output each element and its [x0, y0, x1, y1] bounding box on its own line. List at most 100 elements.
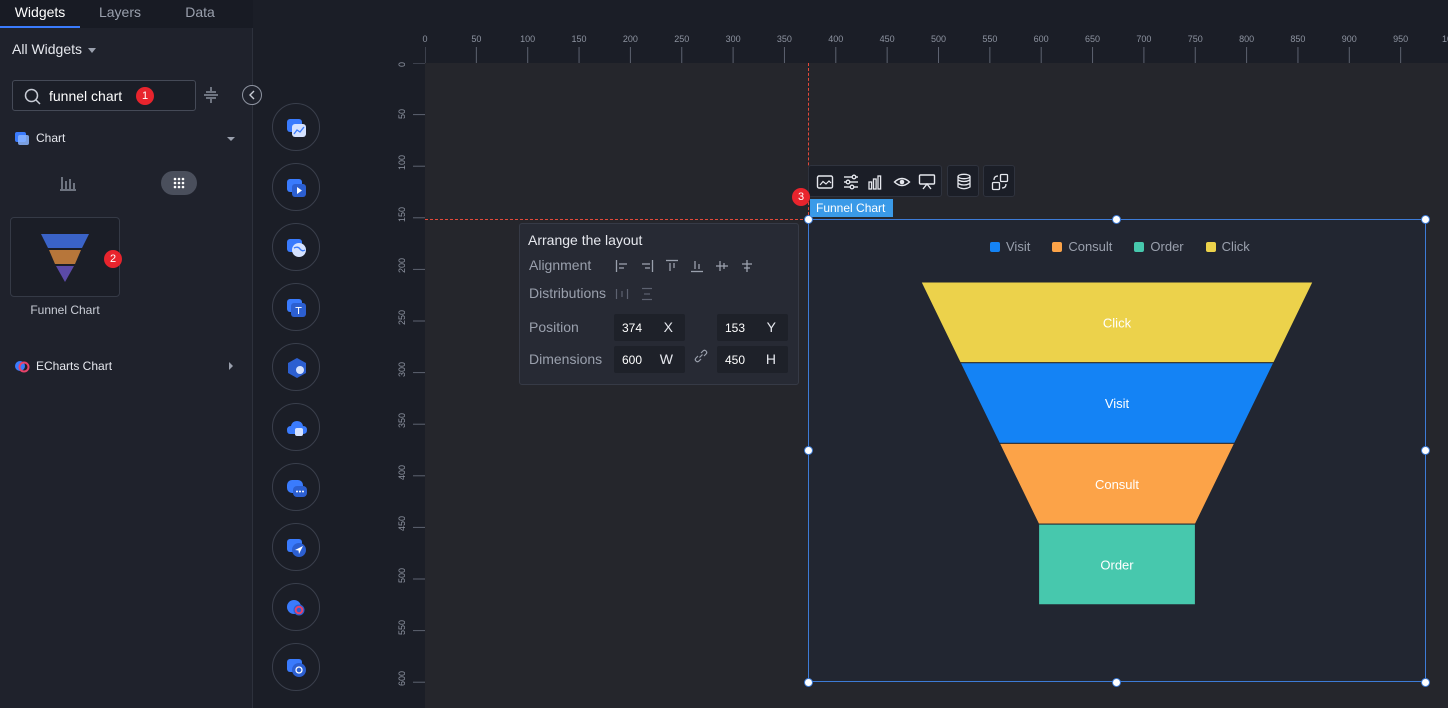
- all-widgets-label: All Widgets: [12, 41, 83, 57]
- layout-popup-title: Arrange the layout: [528, 232, 643, 248]
- alignment-label: Alignment: [529, 257, 592, 273]
- ruler-h-label: 850: [1290, 34, 1306, 44]
- chart-category-icon: [15, 132, 29, 145]
- step-badge-1: 1: [136, 87, 154, 105]
- media-icon: [287, 179, 306, 197]
- category-chart[interactable]: Chart: [14, 130, 65, 146]
- resize-handle-bottom-right[interactable]: [1421, 678, 1430, 687]
- ruler-h-label: 1000: [1441, 34, 1448, 44]
- resize-handle-bottom-left[interactable]: [804, 678, 813, 687]
- echarts-category-icon: [15, 361, 30, 373]
- ruler-v-label: 150: [397, 206, 407, 222]
- height-axis: H: [765, 351, 776, 367]
- align-middle-icon[interactable]: [715, 259, 729, 273]
- filter-icon[interactable]: [203, 86, 219, 104]
- tab-layers[interactable]: Layers: [80, 0, 160, 28]
- ruler-v-label: 600: [397, 671, 407, 687]
- collapse-panel-button[interactable]: [242, 85, 262, 105]
- sliders-icon[interactable]: [842, 173, 860, 191]
- align-left-icon[interactable]: [615, 259, 629, 273]
- interaction-button[interactable]: [983, 165, 1015, 197]
- width-field[interactable]: 600 W: [614, 346, 685, 373]
- all-widgets-dropdown[interactable]: All Widgets: [12, 41, 97, 57]
- position-y-value: 153: [725, 321, 746, 335]
- widget-toolbar: [808, 165, 942, 197]
- rail-item-data[interactable]: [272, 643, 320, 691]
- resize-handle-left[interactable]: [804, 446, 813, 455]
- height-value: 450: [725, 353, 746, 367]
- position-y-field[interactable]: 153 Y: [717, 314, 788, 341]
- funnel-chart: Click Visit Consult Order: [920, 281, 1314, 606]
- ruler-v-label: 200: [397, 258, 407, 274]
- link-icon[interactable]: [693, 348, 709, 364]
- resize-handle-top[interactable]: [1112, 215, 1121, 224]
- rail-item-ring[interactable]: [272, 583, 320, 631]
- rail-item-upload[interactable]: [272, 403, 320, 451]
- ruler-v-label: 50: [397, 108, 407, 119]
- map-icon: [287, 239, 306, 257]
- rail-item-material[interactable]: [272, 343, 320, 391]
- widget-name-tag: Funnel Chart: [810, 199, 893, 217]
- ruler-v-label: 500: [397, 567, 407, 583]
- ruler-h-label: 500: [930, 34, 947, 44]
- list-view-icon[interactable]: [58, 174, 78, 192]
- resize-handle-bottom[interactable]: [1112, 678, 1121, 687]
- ruler-v-label: 350: [397, 413, 407, 429]
- image-icon[interactable]: [816, 173, 834, 191]
- category-echarts[interactable]: ECharts Chart: [14, 358, 112, 374]
- funnel-chart-icon: [41, 234, 89, 282]
- ruler-h-label: 50: [471, 34, 482, 44]
- dimensions-label: Dimensions: [529, 351, 603, 367]
- height-field[interactable]: 450 H: [717, 346, 788, 373]
- align-right-icon[interactable]: [640, 259, 654, 273]
- alignment-icons: [615, 259, 754, 273]
- rail-item-chat[interactable]: [272, 463, 320, 511]
- align-top-icon[interactable]: [665, 259, 679, 273]
- eye-icon[interactable]: [893, 173, 911, 191]
- resize-handle-right[interactable]: [1421, 446, 1430, 455]
- rail-item-navigate[interactable]: [272, 523, 320, 571]
- search-input[interactable]: [49, 86, 139, 106]
- resize-handle-top-left[interactable]: [804, 215, 813, 224]
- chevron-down-icon[interactable]: [227, 137, 235, 141]
- data-source-button[interactable]: [947, 165, 979, 197]
- position-label: Position: [529, 319, 579, 335]
- ruler-v-label: 0: [397, 61, 407, 67]
- grid-view-toggle[interactable]: [161, 171, 197, 195]
- funnel-stage-label: Visit: [1105, 396, 1130, 411]
- position-x-axis: X: [663, 319, 673, 335]
- tab-data[interactable]: Data: [160, 0, 240, 28]
- rail-item-media[interactable]: [272, 163, 320, 211]
- ruler-h-label: 450: [879, 34, 895, 44]
- rail-item-text[interactable]: T: [272, 283, 320, 331]
- ring-icon: [287, 600, 305, 616]
- distribute-vertical-icon[interactable]: [640, 287, 654, 301]
- rail-item-map[interactable]: [272, 223, 320, 271]
- position-x-field[interactable]: 374 X: [614, 314, 685, 341]
- tab-widgets[interactable]: Widgets: [0, 0, 80, 28]
- material-icon: [288, 358, 306, 378]
- widget-card-label: Funnel Chart: [30, 303, 100, 317]
- width-axis: W: [659, 351, 673, 367]
- caret-down-icon: [88, 47, 97, 53]
- panel-tabs: Widgets Layers Data: [0, 0, 253, 28]
- ruler-h-label: 150: [571, 34, 587, 44]
- distribute-horizontal-icon[interactable]: [615, 287, 629, 301]
- ruler-h-label: 650: [1085, 34, 1101, 44]
- bar-chart-icon[interactable]: [867, 173, 885, 191]
- align-center-icon[interactable]: [740, 259, 754, 273]
- funnel-stage-label: Order: [1100, 557, 1134, 572]
- align-bottom-icon[interactable]: [690, 259, 704, 273]
- ruler-h-label: 400: [828, 34, 844, 44]
- chevron-right-icon[interactable]: [229, 362, 233, 370]
- chart-icon: [287, 119, 306, 137]
- ruler-h-label: 600: [1033, 34, 1049, 44]
- step-badge-2: 2: [104, 250, 122, 268]
- rail-item-chart[interactable]: [272, 103, 320, 151]
- tooltip-icon[interactable]: [918, 173, 936, 191]
- search-icon: [24, 88, 41, 105]
- ruler-h-label: 0: [422, 34, 428, 44]
- search-box[interactable]: [12, 80, 196, 111]
- ruler-v-label: 450: [397, 516, 407, 532]
- resize-handle-top-right[interactable]: [1421, 215, 1430, 224]
